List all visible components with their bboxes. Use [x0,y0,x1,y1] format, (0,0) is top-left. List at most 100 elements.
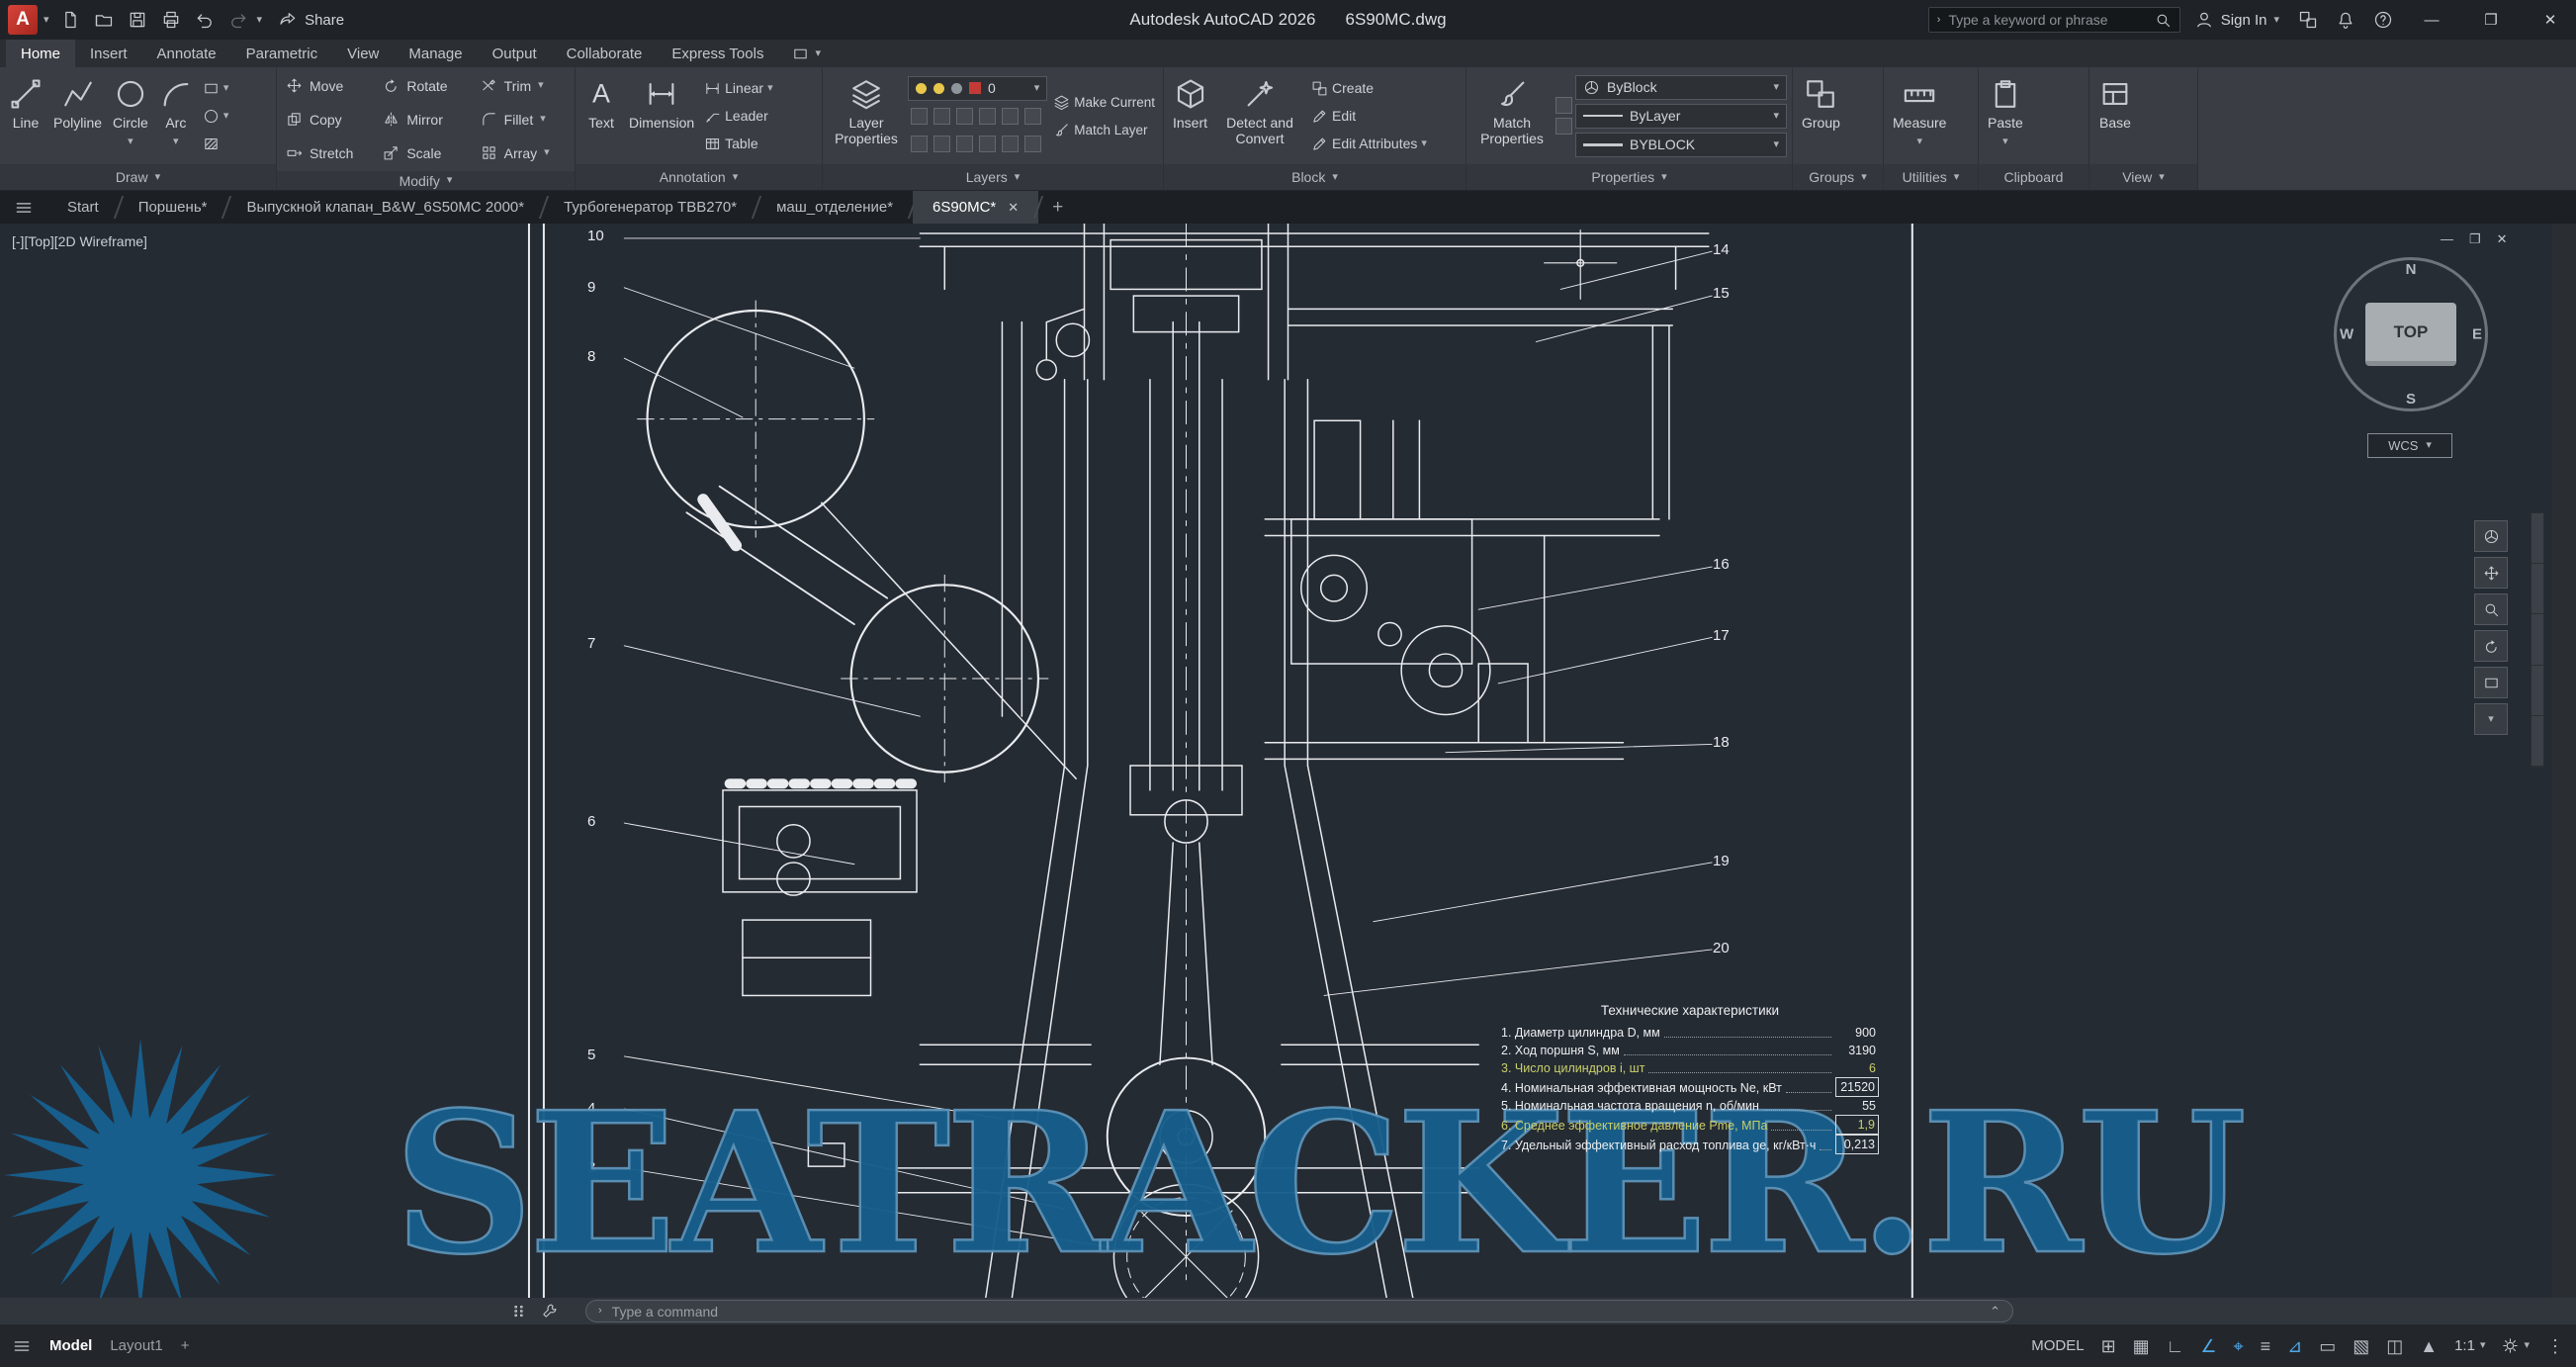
anchored-palette-bar[interactable] [2531,512,2544,768]
match-layer-button[interactable]: Match Layer [1050,118,1158,141]
ribbon-tab[interactable]: Annotate [142,40,231,67]
ribbon-tab[interactable]: Collaborate [552,40,658,67]
panel-view-label[interactable]: View▾ [2089,164,2197,190]
arc-button[interactable]: Arc▾ [155,70,197,161]
layer-tool-icon[interactable] [911,136,928,152]
viewcube[interactable]: N S W E TOP [2326,249,2496,419]
layer-tool-icon[interactable] [1024,108,1041,125]
layer-tool-icon[interactable] [979,136,996,152]
snap-toggle-icon[interactable]: ▦ [2133,1337,2150,1355]
file-tabs-menu-button[interactable] [0,191,47,224]
open-file-button[interactable] [89,5,119,35]
layer-on-bulb-icon[interactable] [916,83,927,94]
move-button[interactable]: Move [282,70,375,101]
measure-button[interactable]: Measure▾ [1889,70,1950,161]
save-button[interactable] [123,5,152,35]
layer-tool-icon[interactable] [1024,136,1041,152]
layer-tool-icon[interactable] [956,108,973,125]
ribbon-tab[interactable]: Express Tools [657,40,778,67]
layer-lock-icon[interactable] [951,83,962,94]
ortho-toggle-icon[interactable]: ∟ [2167,1337,2184,1355]
app-store-button[interactable] [2293,5,2323,35]
edit-attributes-button[interactable]: Edit Attributes▾ [1308,132,1430,155]
object-color-dropdown[interactable]: ByBlock ▾ [1575,75,1787,100]
layout1-tab[interactable]: Layout1 [110,1337,162,1354]
make-current-button[interactable]: Make Current [1050,90,1158,114]
document-tab[interactable]: Start [47,191,119,224]
viewcube-top-face[interactable]: TOP [2365,303,2456,366]
copy-button[interactable]: Copy [282,104,375,135]
layer-tool-icon[interactable] [911,108,928,125]
close-button[interactable]: ✕ [2525,0,2576,40]
polyline-button[interactable]: Polyline [49,70,106,161]
properties-list-icon[interactable] [1555,97,1572,114]
command-line-grip[interactable] [510,1303,558,1320]
lineweight-toggle-icon[interactable]: ≡ [2261,1337,2271,1355]
layer-tool-icon[interactable] [979,108,996,125]
minimize-button[interactable]: — [2406,0,2457,40]
viewcube-west[interactable]: W [2340,326,2354,343]
panel-block-label[interactable]: Block▾ [1164,164,1466,190]
workspace-switching-button[interactable]: ▾ [2502,1337,2530,1354]
ribbon-tab[interactable]: Insert [75,40,142,67]
text-button[interactable]: AText [580,70,622,161]
polar-tracking-toggle-icon[interactable]: ∠ [2200,1337,2216,1355]
base-view-button[interactable]: Base [2094,70,2136,161]
ribbon-tab[interactable]: Parametric [231,40,333,67]
panel-annotation-label[interactable]: Annotation▾ [576,164,822,190]
search-icon[interactable] [2155,12,2172,29]
detect-convert-button[interactable]: Detect and Convert [1214,70,1305,161]
viewcube-south[interactable]: S [2406,391,2416,408]
drawing-canvas[interactable]: [-][Top][2D Wireframe] — ❐ ✕ 109876543 1… [0,224,2576,1298]
panel-properties-label[interactable]: Properties▾ [1466,164,1792,190]
restore-button[interactable]: ❐ [2465,0,2517,40]
new-drawing-tab-button[interactable]: + [1038,191,1077,224]
qat-customize-chevron-icon[interactable]: ▾ [257,15,263,26]
orbit-button[interactable] [2474,630,2508,662]
annotation-visibility-toggle-icon[interactable]: ▲ [2420,1337,2438,1355]
transparency-toggle-icon[interactable]: ▧ [2353,1337,2369,1355]
create-block-button[interactable]: Create [1308,76,1430,100]
panel-draw-label[interactable]: Draw▾ [0,164,276,190]
dimension-button[interactable]: Dimension [625,70,698,161]
help-button[interactable] [2368,5,2398,35]
document-tab[interactable]: Выпускной клапан_B&W_6S50MC 2000* [226,191,544,224]
edit-block-button[interactable]: Edit [1308,104,1430,128]
annotation-scale-button[interactable]: 1:1▾ [2454,1337,2485,1354]
properties-list-icon[interactable] [1555,118,1572,135]
ribbon-display-options-button[interactable]: ▾ [778,40,835,67]
mirror-button[interactable]: Mirror [379,104,472,135]
hatch-button[interactable] [200,132,232,155]
layer-tool-icon[interactable] [933,108,950,125]
panel-layers-label[interactable]: Layers▾ [823,164,1163,190]
full-navigation-wheel-button[interactable] [2474,520,2508,552]
ribbon-tab[interactable]: Manage [394,40,477,67]
undo-button[interactable] [190,5,220,35]
rectangle-button[interactable]: ▾ [200,76,232,100]
circle-button[interactable]: Circle▾ [109,70,152,161]
plot-button[interactable] [156,5,186,35]
command-history-chevron-icon[interactable]: ⌃ [1990,1304,2000,1320]
layer-properties-button[interactable]: Layer Properties [828,70,905,161]
ellipse-button[interactable]: ▾ [200,104,232,128]
sign-in-button[interactable]: Sign In ▾ [2188,10,2285,30]
panel-utilities-label[interactable]: Utilities▾ [1884,164,1978,190]
lineweight-dropdown[interactable]: BYBLOCK ▾ [1575,133,1787,157]
match-properties-button[interactable]: Match Properties [1471,70,1553,161]
command-input[interactable]: › Type a command ⌃ [585,1300,2013,1322]
layer-tool-icon[interactable] [933,136,950,152]
notifications-button[interactable] [2331,5,2360,35]
new-file-button[interactable] [55,5,85,35]
ribbon-tab[interactable]: View [332,40,394,67]
layer-tool-icon[interactable] [956,136,973,152]
linetype-dropdown[interactable]: ByLayer ▾ [1575,104,1787,129]
dynamic-ucs-toggle-icon[interactable]: ⊿ [2287,1337,2302,1355]
panel-modify-label[interactable]: Modify▾ [277,171,575,190]
customization-more-icon[interactable]: ⋮ [2546,1337,2564,1355]
redo-button[interactable] [223,5,253,35]
app-menu-chevron-icon[interactable]: ▾ [44,15,49,26]
share-button[interactable]: Share [268,10,354,30]
group-button[interactable]: Group [1798,70,1844,161]
grid-toggle-icon[interactable]: ⊞ [2101,1337,2116,1355]
drawing-minimize-icon[interactable]: — [2441,231,2453,247]
